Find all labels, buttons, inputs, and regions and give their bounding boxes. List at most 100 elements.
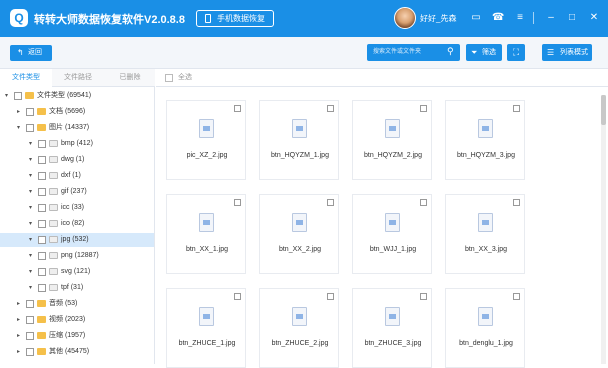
file-card[interactable]: btn_HQYZM_3.jpg (445, 100, 525, 180)
file-card[interactable]: btn_HQYZM_1.jpg (259, 100, 339, 180)
service-icon[interactable]: ☎ (492, 12, 504, 24)
tree-item[interactable]: ▾ dwg (1) (0, 153, 154, 167)
select-all-label[interactable]: 全选 (178, 69, 192, 87)
mobile-recovery-button[interactable]: 手机数据恢复 (196, 10, 274, 27)
tree-checkbox[interactable] (38, 140, 46, 148)
file-checkbox[interactable] (234, 199, 241, 206)
tab-file-type[interactable]: 文件类型 (0, 69, 52, 87)
tree-item[interactable]: ▸ 其他 (45475) (0, 345, 154, 359)
chevron-down-icon[interactable]: ▾ (29, 201, 32, 215)
tree-item[interactable]: ▾ bmp (412) (0, 137, 154, 151)
file-card[interactable]: pic_XZ_2.jpg (166, 100, 246, 180)
maximize-icon[interactable]: □ (566, 12, 578, 24)
file-checkbox[interactable] (513, 293, 520, 300)
tree-item-label: png (12887) (61, 252, 99, 259)
file-checkbox[interactable] (420, 293, 427, 300)
tree-item[interactable]: ▸ 文档 (5696) (0, 105, 154, 119)
tree-checkbox[interactable] (26, 108, 34, 116)
file-checkbox[interactable] (327, 199, 334, 206)
tree-checkbox[interactable] (38, 188, 46, 196)
chevron-down-icon[interactable]: ▾ (29, 281, 32, 295)
chevron-down-icon[interactable]: ▾ (29, 169, 32, 183)
chevron-down-icon[interactable]: ▾ (29, 137, 32, 151)
list-mode-button[interactable]: ☰ 列表模式 (542, 44, 592, 61)
tree-checkbox[interactable] (38, 156, 46, 164)
tree-item[interactable]: ▾ dxf (1) (0, 169, 154, 183)
tab-deleted[interactable]: 已删除 (104, 69, 156, 87)
monitor-icon[interactable]: ▭ (470, 12, 482, 24)
tree-item[interactable]: ▾ gif (237) (0, 185, 154, 199)
tree-item[interactable]: ▾ png (12887) (0, 249, 154, 263)
avatar[interactable] (394, 7, 416, 29)
file-checkbox[interactable] (513, 105, 520, 112)
chevron-down-icon[interactable]: ▾ (5, 89, 8, 103)
menu-icon[interactable]: ≡ (514, 12, 526, 24)
close-icon[interactable]: ✕ (588, 12, 600, 24)
chevron-down-icon[interactable]: ▾ (29, 153, 32, 167)
chevron-right-icon[interactable]: ▸ (17, 313, 20, 327)
scroll-thumb[interactable] (601, 95, 606, 125)
chevron-down-icon[interactable]: ▾ (29, 249, 32, 263)
chevron-down-icon[interactable]: ▾ (29, 185, 32, 199)
preview-toggle-button[interactable]: ⛶ (507, 44, 525, 61)
filter-button[interactable]: ⏷ 筛选 (466, 44, 502, 61)
tree-item[interactable]: ▾ tpf (31) (0, 281, 154, 295)
tree-item[interactable]: ▾ 文件类型 (69541) (0, 89, 154, 103)
file-card[interactable]: btn_XX_1.jpg (166, 194, 246, 274)
tab-file-path[interactable]: 文件路径 (52, 69, 104, 87)
file-card[interactable]: btn_WJJ_1.jpg (352, 194, 432, 274)
chevron-right-icon[interactable]: ▸ (17, 105, 20, 119)
tree-checkbox[interactable] (38, 220, 46, 228)
file-card[interactable]: btn_XX_2.jpg (259, 194, 339, 274)
tree-item[interactable]: ▾ 图片 (14337) (0, 121, 154, 135)
tree-checkbox[interactable] (38, 268, 46, 276)
chevron-down-icon[interactable]: ▾ (29, 217, 32, 231)
file-checkbox[interactable] (513, 199, 520, 206)
tree-item[interactable]: ▸ 音频 (53) (0, 297, 154, 311)
file-card[interactable]: btn_ZHUCE_3.jpg (352, 288, 432, 368)
file-card[interactable]: btn_ZHUCE_1.jpg (166, 288, 246, 368)
tree-checkbox[interactable] (26, 124, 34, 132)
chevron-right-icon[interactable]: ▸ (17, 329, 20, 343)
search-icon[interactable]: ⚲ (447, 46, 454, 57)
chevron-down-icon[interactable]: ▾ (29, 233, 32, 247)
file-checkbox[interactable] (420, 105, 427, 112)
tree-checkbox[interactable] (38, 172, 46, 180)
tree-checkbox[interactable] (38, 204, 46, 212)
file-checkbox[interactable] (234, 105, 241, 112)
back-button[interactable]: ↰ 返回 (10, 45, 52, 61)
tree-item[interactable]: ▾ icc (33) (0, 201, 154, 215)
tree-checkbox[interactable] (26, 348, 34, 356)
file-checkbox[interactable] (420, 199, 427, 206)
tree-item[interactable]: ▸ 视频 (2023) (0, 313, 154, 327)
username[interactable]: 好好_先森 (420, 13, 456, 24)
tree-checkbox[interactable] (38, 236, 46, 244)
tree-checkbox[interactable] (26, 332, 34, 340)
file-checkbox[interactable] (327, 105, 334, 112)
select-all-checkbox[interactable] (165, 74, 173, 82)
tree-item[interactable]: ▾ jpg (532) (0, 233, 154, 247)
tree-checkbox[interactable] (26, 300, 34, 308)
file-name: btn_ZHUCE_2.jpg (271, 340, 329, 347)
chevron-right-icon[interactable]: ▸ (17, 345, 20, 359)
file-card[interactable]: btn_HQYZM_2.jpg (352, 100, 432, 180)
file-checkbox[interactable] (234, 293, 241, 300)
tree-checkbox[interactable] (38, 284, 46, 292)
tree-item-label: jpg (532) (61, 236, 89, 243)
file-card[interactable]: btn_XX_3.jpg (445, 194, 525, 274)
tree-item[interactable]: ▾ ico (82) (0, 217, 154, 231)
tree-checkbox[interactable] (26, 316, 34, 324)
chevron-right-icon[interactable]: ▸ (17, 297, 20, 311)
image-file-icon (292, 307, 307, 326)
scrollbar[interactable] (601, 95, 606, 364)
tree-item[interactable]: ▾ svg (121) (0, 265, 154, 279)
tree-item[interactable]: ▸ 压缩 (1957) (0, 329, 154, 343)
tree-checkbox[interactable] (38, 252, 46, 260)
file-card[interactable]: btn_denglu_1.jpg (445, 288, 525, 368)
file-card[interactable]: btn_ZHUCE_2.jpg (259, 288, 339, 368)
chevron-down-icon[interactable]: ▾ (17, 121, 20, 135)
file-checkbox[interactable] (327, 293, 334, 300)
tree-checkbox[interactable] (14, 92, 22, 100)
minimize-icon[interactable]: – (545, 12, 557, 24)
chevron-down-icon[interactable]: ▾ (29, 265, 32, 279)
